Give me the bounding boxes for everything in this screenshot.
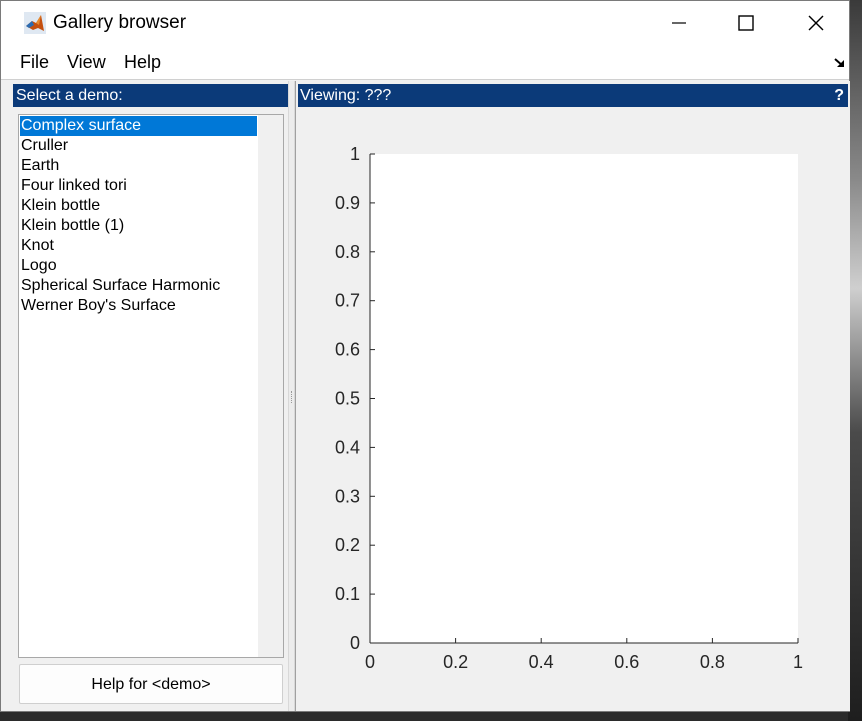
dock-arrow-icon[interactable] bbox=[834, 57, 846, 69]
x-tick-label: 0.4 bbox=[529, 652, 554, 672]
maximize-button[interactable] bbox=[711, 1, 781, 45]
list-item[interactable]: Four linked tori bbox=[20, 176, 257, 196]
x-tick-label: 0.2 bbox=[443, 652, 468, 672]
y-tick-label: 0.7 bbox=[335, 291, 360, 311]
window-title: Gallery browser bbox=[53, 12, 187, 33]
left-panel-header: Select a demo: bbox=[13, 84, 288, 107]
menu-view[interactable]: View bbox=[67, 52, 106, 73]
y-tick-label: 0.9 bbox=[335, 193, 360, 213]
list-item[interactable]: Klein bottle (1) bbox=[20, 216, 257, 236]
x-tick-label: 0.6 bbox=[614, 652, 639, 672]
demo-listbox[interactable]: Complex surface Cruller Earth Four linked t… bbox=[18, 114, 284, 658]
panel-splitter[interactable] bbox=[288, 81, 295, 711]
y-tick-label: 0.5 bbox=[335, 389, 360, 409]
plot-area bbox=[370, 154, 798, 643]
list-item[interactable]: Logo bbox=[20, 256, 257, 276]
app-window: Gallery browser File View Help Select a … bbox=[0, 0, 850, 712]
help-for-demo-button[interactable]: Help for <demo> bbox=[19, 664, 283, 704]
list-item[interactable]: Spherical Surface Harmonic bbox=[20, 276, 257, 296]
title-bar[interactable]: Gallery browser bbox=[1, 1, 849, 45]
x-tick-label: 0 bbox=[365, 652, 375, 672]
viewer-panel: Viewing: ??? ? 0 0.2 0.4 0.6 0.8 1 0 0.1 0.2 0.3 0… bbox=[295, 81, 850, 711]
listbox-scrollbar[interactable] bbox=[258, 115, 283, 657]
y-tick-label: 0.3 bbox=[335, 486, 360, 506]
y-tick-label: 1 bbox=[350, 144, 360, 164]
splitter-grip-icon bbox=[291, 391, 294, 403]
list-item[interactable]: Complex surface bbox=[20, 116, 257, 136]
y-tick-label: 0.8 bbox=[335, 242, 360, 262]
x-tick-label: 0.8 bbox=[700, 652, 725, 672]
x-tick-label: 1 bbox=[793, 652, 803, 672]
maximize-icon bbox=[738, 15, 754, 31]
y-tick-label: 0 bbox=[350, 633, 360, 653]
y-tick-label: 0.4 bbox=[335, 437, 360, 457]
minimize-button[interactable] bbox=[644, 1, 714, 45]
list-item[interactable]: Cruller bbox=[20, 136, 257, 156]
close-icon bbox=[808, 15, 824, 31]
minimize-icon bbox=[672, 22, 686, 24]
close-button[interactable] bbox=[781, 1, 851, 45]
list-item[interactable]: Earth bbox=[20, 156, 257, 176]
y-tick-label: 0.6 bbox=[335, 340, 360, 360]
menu-file[interactable]: File bbox=[20, 52, 49, 73]
menu-help[interactable]: Help bbox=[124, 52, 161, 73]
menu-bar: File View Help bbox=[1, 45, 849, 80]
matlab-icon bbox=[24, 12, 46, 34]
list-item[interactable]: Knot bbox=[20, 236, 257, 256]
list-item[interactable]: Werner Boy's Surface bbox=[20, 296, 257, 316]
y-tick-label: 0.1 bbox=[335, 584, 360, 604]
y-tick-label: 0.2 bbox=[335, 535, 360, 555]
plot-axes[interactable]: 0 0.2 0.4 0.6 0.8 1 0 0.1 0.2 0.3 0.4 0.5 0.6 0.7 0.8 0… bbox=[296, 81, 851, 711]
list-item[interactable]: Klein bottle bbox=[20, 196, 257, 216]
